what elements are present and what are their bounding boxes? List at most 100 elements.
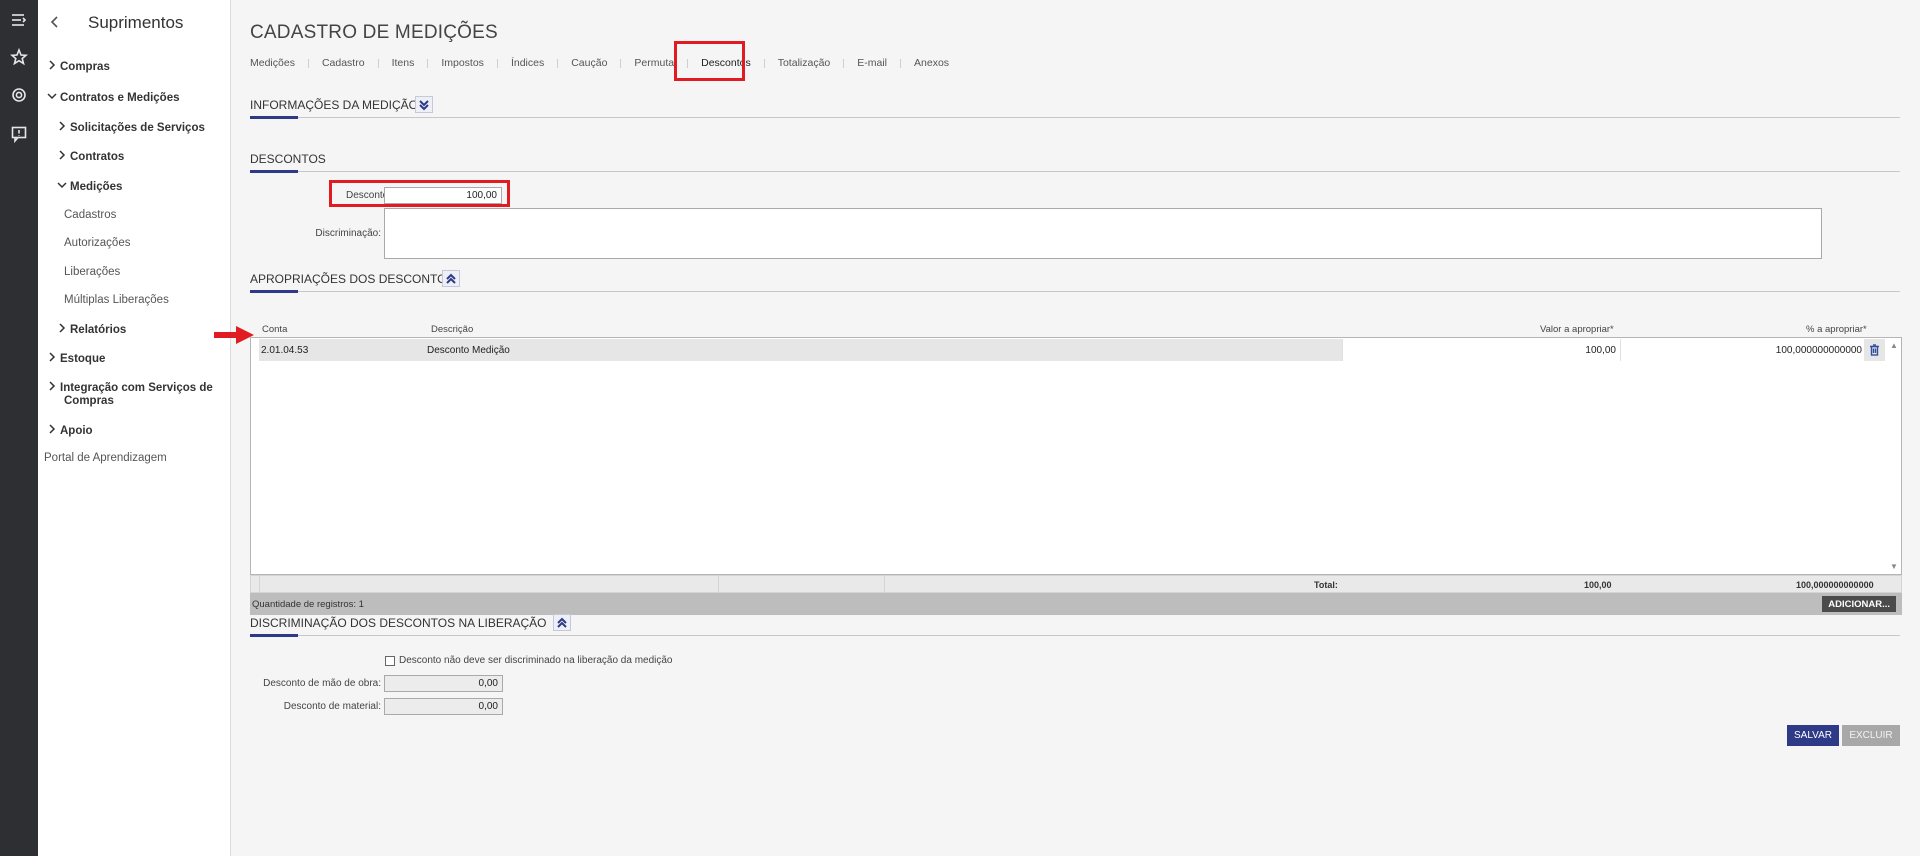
sidebar-item-multiplas-liberacoes[interactable]: Múltiplas Liberações [64,294,169,306]
sidebar: Suprimentos Compras Contratos e Medições… [38,0,231,856]
sidebar-item-integracao[interactable]: Integração com Serviços de [46,380,213,394]
table-row[interactable]: 2.01.04.53 Desconto Medição 100,00 100,0… [259,339,1885,361]
material-label: Desconto de material: [283,701,381,712]
discriminacao-textarea[interactable] [384,208,1822,259]
section-title: DISCRIMINAÇÃO DOS DESCONTOS NA LIBERAÇÃO [250,616,547,630]
section-accent [250,170,298,173]
star-icon[interactable] [9,47,29,67]
col-descricao[interactable]: Descrição [431,324,473,335]
trash-icon[interactable] [1869,344,1880,359]
tab-separator [496,58,498,68]
cell-conta: 2.01.04.53 [261,345,309,356]
tab-indices[interactable]: Índices [511,57,544,69]
section-discriminacao: DISCRIMINAÇÃO DOS DESCONTOS NA LIBERAÇÃO [250,614,1900,637]
tab-itens[interactable]: Itens [392,57,415,69]
col-percent[interactable]: % a apropriar* [1806,324,1867,335]
section-accent [250,290,298,293]
col-conta[interactable]: Conta [262,324,287,335]
section-divider [250,171,1900,172]
total-percent: 100,000000000000 [1796,580,1874,590]
sidebar-item-label: Medições [70,181,123,193]
material-field[interactable]: 0,00 [384,698,503,715]
sidebar-item-estoque[interactable]: Estoque [46,351,105,365]
cell-valor: 100,00 [1585,345,1616,356]
section-title: DESCONTOS [250,152,326,166]
cell-valor-input[interactable]: 100,00 [1342,339,1620,361]
tab-impostos[interactable]: Impostos [441,57,484,69]
section-descontos: DESCONTOS [250,152,1900,173]
chevron-down-icon [46,90,58,102]
sidebar-item-relatorios[interactable]: Relatórios [56,322,126,336]
sidebar-item-contratos[interactable]: Contratos [56,149,124,163]
total-label: Total: [1314,580,1338,590]
sidebar-item-compras[interactable]: Compras [46,59,110,73]
sidebar-item-cadastros[interactable]: Cadastros [64,209,116,221]
tab-permuta[interactable]: Permuta [634,57,674,69]
cell-percent: 100,000000000000 [1775,345,1862,356]
cell-percent-input[interactable]: 100,000000000000 [1620,339,1864,361]
main-content: CADASTRO DE MEDIÇÕES Medições Cadastro I… [231,0,1920,856]
collapse-icon[interactable] [553,614,571,631]
tab-cadastro[interactable]: Cadastro [322,57,365,69]
apropriacoes-grid: Conta Descrição Valor a apropriar* % a a… [250,322,1902,615]
feedback-icon[interactable] [9,124,29,144]
tab-separator [557,58,559,68]
mao-obra-field[interactable]: 0,00 [384,675,503,692]
sidebar-item-contratos-medicoes[interactable]: Contratos e Medições [46,90,180,104]
collapse-icon[interactable] [442,270,460,287]
save-button[interactable]: SALVAR [1787,725,1839,746]
discriminacao-label: Discriminação: [315,228,381,239]
icon-rail [0,0,38,856]
sidebar-item-autorizacoes[interactable]: Autorizações [64,237,130,249]
sidebar-item-label: Contratos [70,151,125,163]
tab-separator [307,58,309,68]
section-apropriacoes: APROPRIAÇÕES DOS DESCONTOS [250,270,1900,293]
sidebar-item-apoio[interactable]: Apoio [46,423,93,437]
tab-medicoes[interactable]: Medições [250,57,295,69]
sidebar-item-label: Solicitações de Serviços [70,122,205,134]
expand-icon[interactable] [415,96,433,113]
sidebar-item-label: Estoque [60,353,106,365]
delete-button[interactable]: EXCLUIR [1842,725,1900,746]
section-title: APROPRIAÇÕES DOS DESCONTOS [250,272,455,286]
nao-discriminar-label: Desconto não deve ser discriminado na li… [399,655,673,666]
footer-divider [718,576,719,592]
chevron-right-icon [56,149,68,161]
section-divider [250,291,1900,292]
tab-email[interactable]: E-mail [857,57,887,69]
col-valor[interactable]: Valor a apropriar* [1540,324,1614,335]
add-button[interactable]: ADICIONAR... [1822,596,1896,612]
tab-separator [900,58,902,68]
tab-caucao[interactable]: Caução [571,57,607,69]
footer-divider [259,576,260,592]
back-icon[interactable] [48,15,64,31]
scroll-up-icon[interactable]: ▲ [1890,341,1898,350]
mao-obra-label: Desconto de mão de obra: [263,678,381,689]
sidebar-item-label: Contratos e Medições [60,92,180,104]
sidebar-item-label: Relatórios [70,324,127,336]
desconto-highlight [329,180,510,207]
sidebar-item-liberacoes[interactable]: Liberações [64,266,120,278]
gear-icon[interactable] [9,85,29,105]
scroll-down-icon[interactable]: ▼ [1890,562,1898,571]
section-accent [250,116,298,119]
sidebar-item-label: Apoio [60,425,93,437]
grid-footer: Total: 100,00 100,000000000000 [250,575,1902,593]
tab-totalizacao[interactable]: Totalização [778,57,831,69]
sidebar-item-medicoes[interactable]: Medições [56,179,122,193]
sidebar-item-label: Integração com Serviços de [60,382,213,394]
tab-anexos[interactable]: Anexos [914,57,949,69]
grid-scrollbar[interactable]: ▲ ▼ [1887,338,1901,574]
sidebar-item-label: Compras [60,61,110,73]
sidebar-item-solicitacoes[interactable]: Solicitações de Serviços [56,120,205,134]
page-title: CADASTRO DE MEDIÇÕES [250,22,498,43]
tab-separator [843,58,845,68]
chevron-right-icon [56,120,68,132]
sidebar-item-portal[interactable]: Portal de Aprendizagem [44,452,167,464]
sidebar-item-integracao-line2: Compras [64,395,114,407]
record-count: Quantidade de registros: 1 [252,599,364,610]
nao-discriminar-checkbox[interactable] [385,656,395,666]
chevron-right-icon [46,380,58,392]
menu-icon[interactable] [9,10,29,30]
tab-separator [377,58,379,68]
